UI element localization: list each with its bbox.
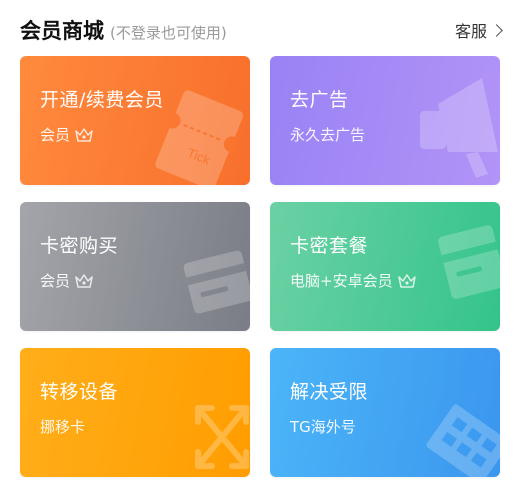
card-title: 卡密购买 xyxy=(40,235,119,257)
card-subtitle-row: 电脑+安卓会员 xyxy=(290,270,416,291)
member-store-page: 会员商城 (不登录也可使用) 客服 Tick 开通/续费会员 会员 去广告 永久… xyxy=(0,0,529,487)
transfer-arrows-icon xyxy=(195,405,249,469)
page-title: 会员商城 xyxy=(20,19,104,43)
card-remove-ads[interactable]: 去广告 永久去广告 xyxy=(270,56,500,185)
card-title: 卡密套餐 xyxy=(290,235,369,257)
card-subtitle-row: 挪移卡 xyxy=(40,416,85,437)
card-transfer-device[interactable]: 转移设备 挪移卡 xyxy=(20,348,250,477)
card-subtitle: 会员 xyxy=(40,126,71,144)
card-subtitle: 会员 xyxy=(40,272,71,290)
ticket-text: Tick xyxy=(185,145,213,168)
crown-icon xyxy=(397,273,416,288)
card-icon xyxy=(438,225,500,299)
customer-service-label: 客服 xyxy=(454,22,487,41)
customer-service-link[interactable]: 客服 xyxy=(454,18,503,42)
card-title: 转移设备 xyxy=(40,381,119,403)
grid-cube-icon xyxy=(426,404,500,477)
chevron-right-icon xyxy=(490,24,503,37)
card-subtitle-row: TG海外号 xyxy=(290,416,356,437)
ticket-icon: Tick xyxy=(155,90,244,185)
card-fix-restriction[interactable]: 解决受限 TG海外号 xyxy=(270,348,500,477)
card-subtitle: 电脑+安卓会员 xyxy=(290,272,393,290)
card-buy-key[interactable]: 卡密购买 会员 xyxy=(20,202,250,331)
card-icon xyxy=(183,250,250,314)
card-title: 解决受限 xyxy=(290,381,369,403)
crown-icon xyxy=(75,273,93,288)
card-subtitle: 永久去广告 xyxy=(290,126,366,144)
page-subtitle: (不登录也可使用) xyxy=(110,24,227,42)
card-subtitle-row: 永久去广告 xyxy=(290,124,365,145)
crown-icon xyxy=(75,127,93,142)
title-group: 会员商城 (不登录也可使用) xyxy=(20,15,227,45)
card-renew-membership[interactable]: Tick 开通/续费会员 会员 xyxy=(20,56,250,185)
card-title: 去广告 xyxy=(290,89,349,111)
card-key-package[interactable]: 卡密套餐 电脑+安卓会员 xyxy=(270,202,500,331)
card-title: 开通/续费会员 xyxy=(40,89,164,111)
card-subtitle-row: 会员 xyxy=(40,124,93,145)
store-header: 会员商城 (不登录也可使用) 客服 xyxy=(20,12,503,48)
card-subtitle: TG海外号 xyxy=(290,418,356,436)
card-subtitle-row: 会员 xyxy=(40,270,93,291)
megaphone-icon xyxy=(420,78,498,178)
card-subtitle: 挪移卡 xyxy=(40,418,86,436)
